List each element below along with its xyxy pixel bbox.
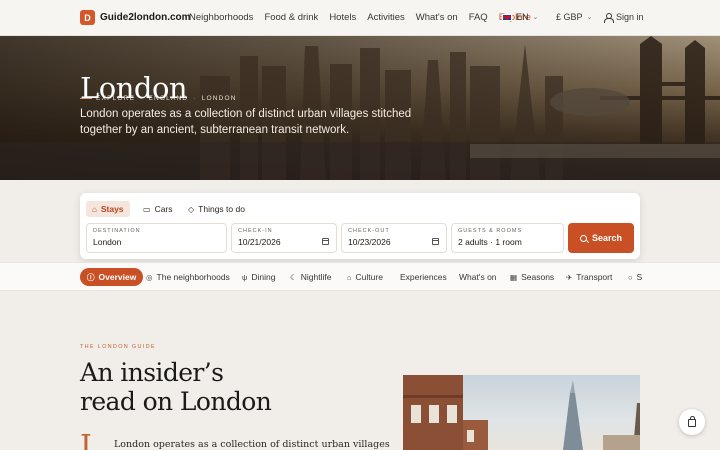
museum-icon: ⌂: [347, 272, 352, 282]
destination-value: London: [93, 237, 122, 247]
search-icon: [579, 234, 587, 242]
currency-selector[interactable]: £ GBP ⌄: [556, 12, 592, 22]
sign-in-label: Sign in: [616, 12, 644, 22]
nav-whats-on[interactable]: What's on: [416, 12, 458, 23]
search-button-label: Search: [591, 233, 623, 243]
info-icon: ⓘ: [87, 272, 95, 282]
section-tab-culture[interactable]: ⌂ Culture: [347, 268, 383, 286]
search-panel: ⌂ Stays ▭ Cars ◇ Things to do DESTINATIO…: [80, 193, 640, 259]
sign-in-link[interactable]: Sign in: [604, 12, 644, 23]
checkout-label: CHECK-OUT: [348, 228, 390, 234]
guests-rooms-label: GUESTS & ROOMS: [458, 228, 523, 234]
section-tab-dining[interactable]: ψ Dining: [242, 268, 275, 286]
checkout-field[interactable]: CHECK-OUT 10/23/2026: [341, 223, 447, 253]
tab-things-to-do-label: Things to do: [198, 204, 245, 214]
tab-stays-label: Stays: [100, 204, 124, 214]
section-tab-transport[interactable]: ✈ Transport: [566, 268, 612, 286]
section-tab-label: Dining: [251, 272, 276, 282]
calendar-icon: ▦: [510, 272, 518, 282]
car-icon: ▭: [143, 204, 151, 214]
cart-button[interactable]: [679, 409, 705, 435]
section-title-line-1: An insider’s: [80, 358, 224, 387]
section-tab-label: Seasons: [521, 272, 555, 282]
section-tab-neighborhoods[interactable]: ◎ The neighborhoods: [146, 268, 230, 286]
checkout-value: 10/23/2026: [348, 237, 391, 247]
section-nav: ⓘ Overview ◎ The neighborhoods ψ Dining …: [0, 262, 720, 291]
destination-field[interactable]: DESTINATION London: [86, 223, 227, 253]
moon-icon: ☾: [290, 272, 297, 282]
nav-activities[interactable]: Activities: [367, 12, 404, 23]
section-tab-label: The neighborhoods: [156, 272, 230, 282]
section-tab-label: Transport: [576, 272, 613, 282]
section-eyebrow: THE LONDON GUIDE: [80, 344, 156, 350]
page-title: London: [80, 71, 188, 105]
site-name: Guide2london.com: [100, 12, 191, 23]
nav-hotels[interactable]: Hotels: [329, 12, 356, 23]
nav-neighborhoods[interactable]: Neighborhoods: [189, 12, 253, 23]
section-tab-label: S: [636, 272, 643, 282]
section-tab-label: Nightlife: [300, 272, 332, 282]
tab-things-to-do[interactable]: ◇ Things to do: [182, 201, 251, 217]
search-button[interactable]: Search: [568, 223, 634, 253]
checkin-field[interactable]: CHECK-IN 10/21/2026: [231, 223, 337, 253]
section-title-line-2: read on London: [80, 387, 272, 416]
guests-rooms-value: 2 adults · 1 room: [458, 237, 522, 247]
guests-rooms-field[interactable]: GUESTS & ROOMS 2 adults · 1 room: [451, 223, 564, 253]
top-navigation-bar: D Guide2london.com Neighborhoods Food & …: [0, 0, 720, 36]
currency-label: £ GBP: [556, 12, 583, 22]
checkin-label: CHECK-IN: [238, 228, 273, 234]
language-selector[interactable]: EN ⌄: [502, 12, 538, 22]
main-nav: Neighborhoods Food & drink Hotels Activi…: [189, 12, 542, 23]
tab-stays[interactable]: ⌂ Stays: [86, 201, 130, 217]
chevron-down-icon: ⌄: [586, 14, 593, 21]
section-tab-overview[interactable]: ⓘ Overview: [80, 268, 144, 286]
nav-food-drink[interactable]: Food & drink: [264, 12, 318, 23]
uk-flag-icon: [502, 13, 512, 21]
section-tab-label: Overview: [98, 272, 137, 282]
checkin-value: 10/21/2026: [238, 237, 281, 247]
section-tab-experiences[interactable]: Experiences: [400, 268, 447, 286]
section-tab-seasons[interactable]: ▦ Seasons: [510, 268, 554, 286]
section-tab-whats-on[interactable]: What's on: [459, 268, 497, 286]
home-icon: ⌂: [92, 204, 97, 214]
hero-subtitle: London operates as a collection of disti…: [80, 108, 412, 136]
section-tab-nightlife[interactable]: ☾ Nightlife: [290, 268, 331, 286]
tab-cars[interactable]: ▭ Cars: [137, 201, 179, 217]
pin-icon: ◎: [146, 272, 153, 282]
ticket-icon: ◇: [188, 204, 195, 214]
site-logo[interactable]: D Guide2london.com: [80, 10, 191, 25]
intro-paragraph: London operates as a collection of disti…: [114, 439, 390, 450]
chevron-down-icon: ⌄: [532, 14, 539, 21]
london-street-photo: [403, 375, 640, 450]
breadcrumb-london: LONDON: [201, 95, 237, 102]
calendar-icon[interactable]: [322, 238, 329, 245]
tab-cars-label: Cars: [154, 204, 173, 214]
circle-icon: ○: [628, 272, 633, 282]
shopping-bag-icon: [688, 416, 696, 427]
user-icon: [604, 12, 614, 23]
section-title: An insider’s read on London: [80, 358, 272, 416]
section-tab-label: Culture: [355, 272, 383, 282]
drop-cap: L: [80, 429, 100, 450]
fork-icon: ψ: [242, 272, 248, 282]
plane-icon: ✈: [566, 272, 573, 282]
section-tab-more[interactable]: ○ S: [628, 268, 642, 286]
language-label: EN: [516, 12, 529, 22]
logo-mark: D: [80, 10, 95, 25]
section-tab-label: Experiences: [400, 272, 447, 282]
breadcrumb-separator: ·: [193, 95, 197, 102]
calendar-icon[interactable]: [432, 238, 439, 245]
photo-illustration: [403, 375, 640, 450]
nav-faq[interactable]: FAQ: [469, 12, 488, 23]
destination-label: DESTINATION: [93, 228, 141, 234]
section-tab-label: What's on: [459, 272, 497, 282]
